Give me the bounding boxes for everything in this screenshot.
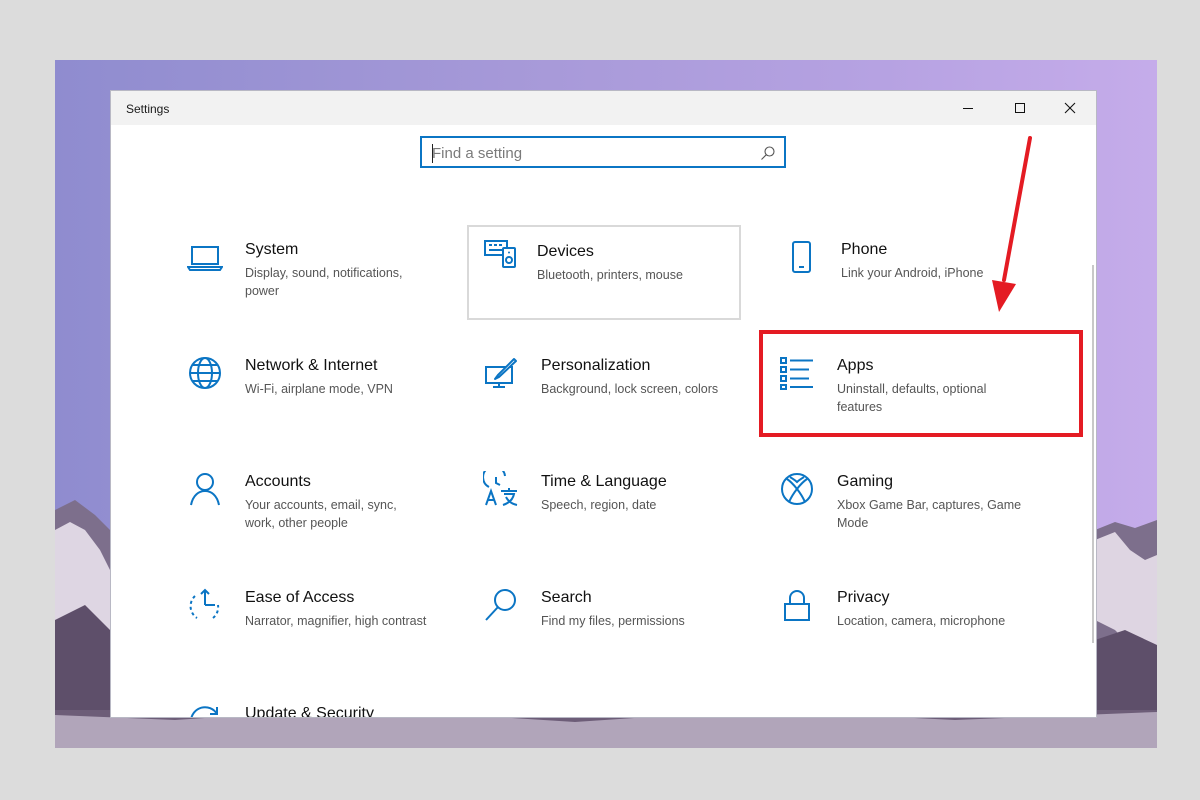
tile-personalization[interactable]: Personalization Background, lock screen,… (467, 345, 747, 445)
search-box[interactable] (420, 136, 786, 168)
person-icon (190, 473, 220, 506)
tile-title: Search (541, 589, 592, 606)
tile-description: Xbox Game Bar, captures, Game Mode (837, 498, 1022, 530)
tile-description: Bluetooth, printers, mouse (537, 268, 683, 282)
tile-title: Gaming (837, 473, 894, 490)
xbox-icon (781, 473, 813, 505)
minimize-button[interactable] (945, 91, 991, 125)
tile-accounts[interactable]: Accounts Your accounts, email, sync, wor… (171, 461, 451, 561)
ease-of-access-icon (189, 588, 220, 619)
tile-title: Time & Language (541, 473, 667, 490)
tile-update-security[interactable]: Update & Security (171, 693, 451, 717)
tile-devices[interactable]: Devices Bluetooth, printers, mouse (467, 225, 741, 320)
close-icon (1064, 102, 1076, 114)
tile-description: Your accounts, email, sync, work, other … (245, 498, 397, 530)
red-arrow-annotation (992, 136, 1032, 312)
tile-title: System (245, 241, 299, 258)
tile-network-internet[interactable]: Network & Internet Wi-Fi, airplane mode,… (171, 345, 451, 445)
search-icon[interactable] (760, 145, 776, 161)
tile-title: Phone (841, 241, 888, 258)
tile-system[interactable]: System Display, sound, notifications, po… (171, 229, 451, 329)
laptop-icon (187, 246, 223, 271)
tile-privacy[interactable]: Privacy Location, camera, microphone (763, 577, 1043, 677)
scrollbar[interactable] (1092, 265, 1094, 643)
tile-time-language[interactable]: Time & Language Speech, region, date (467, 461, 747, 561)
phone-icon (792, 241, 811, 273)
globe-icon (189, 357, 221, 389)
tile-ease-of-access[interactable]: Ease of Access Narrator, magnifier, high… (171, 577, 451, 677)
tile-description: Display, sound, notifications, power (245, 266, 403, 298)
tile-title: Update & Security (245, 705, 374, 717)
apps-highlight-box (759, 330, 1083, 437)
title-bar: Settings (111, 91, 1096, 125)
tile-title: Devices (537, 243, 594, 260)
tile-description: Find my files, permissions (541, 614, 685, 628)
tile-gaming[interactable]: Gaming Xbox Game Bar, captures, Game Mod… (763, 461, 1043, 561)
tile-description: Location, camera, microphone (837, 614, 1006, 628)
time-language-icon (483, 471, 518, 506)
tile-description: Background, lock screen, colors (541, 382, 719, 396)
text-cursor (432, 144, 433, 163)
tile-search[interactable]: Search Find my files, permissions (467, 577, 747, 677)
tile-description: Speech, region, date (541, 498, 657, 512)
maximize-icon (1015, 103, 1025, 113)
magnifier-icon (485, 589, 516, 621)
tile-title: Personalization (541, 357, 651, 374)
update-icon (190, 706, 218, 717)
window-title: Settings (126, 102, 170, 116)
tile-title: Network & Internet (245, 357, 378, 374)
maximize-button[interactable] (997, 91, 1043, 125)
minimize-icon (963, 108, 973, 109)
search-input[interactable] (432, 144, 752, 162)
paintbrush-icon (485, 358, 517, 388)
lock-icon (784, 590, 810, 621)
tile-title: Accounts (245, 473, 311, 490)
tile-description: Wi-Fi, airplane mode, VPN (245, 382, 393, 396)
tile-title: Ease of Access (245, 589, 355, 606)
close-button[interactable] (1047, 91, 1093, 125)
keyboard-speaker-icon (484, 240, 516, 268)
tile-description: Narrator, magnifier, high contrast (245, 614, 427, 628)
tile-title: Privacy (837, 589, 890, 606)
